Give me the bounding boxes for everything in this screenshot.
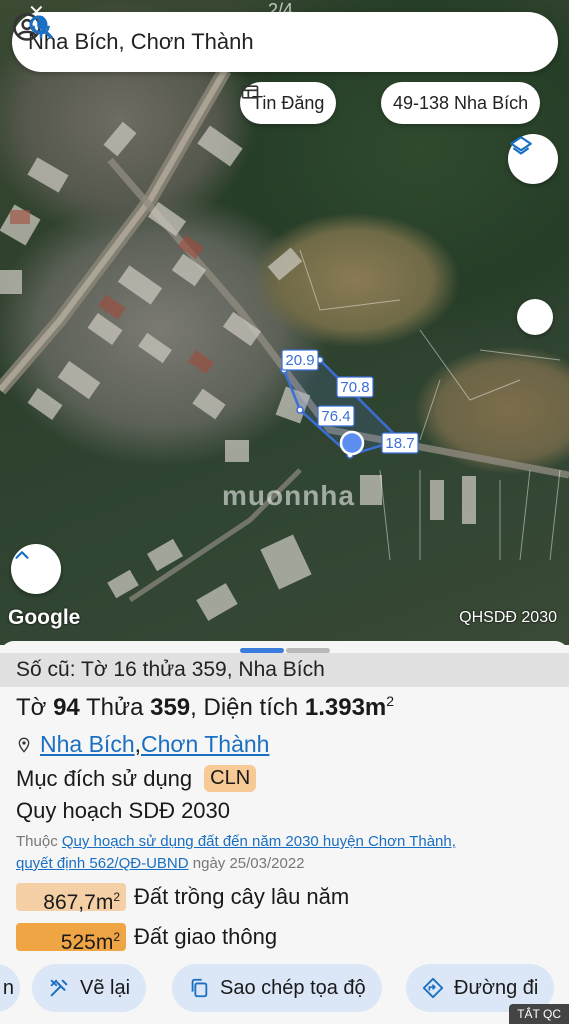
location-dot bbox=[339, 430, 365, 456]
sheet-number: 94 bbox=[53, 694, 80, 721]
parcel-edge-label: 20.9 bbox=[285, 352, 314, 369]
satellite-map[interactable]: 20.9 70.8 76.4 18.7 muonnha ✕ 2/4 Nha Bí… bbox=[0, 0, 569, 645]
location-pin-icon bbox=[18, 737, 30, 753]
redraw-button[interactable]: Vẽ lại bbox=[32, 964, 147, 1012]
parcel-edge-label: 18.7 bbox=[385, 435, 414, 452]
decision-date: ngày 25/03/2022 bbox=[188, 855, 305, 872]
area-value: 1.393m bbox=[304, 694, 387, 721]
redraw-button-label: Vẽ lại bbox=[80, 976, 131, 999]
newspaper-icon bbox=[241, 85, 259, 99]
legend-label: Đất trồng cây lâu năm bbox=[134, 884, 350, 909]
redraw-icon bbox=[50, 979, 68, 997]
layers-button[interactable] bbox=[508, 134, 558, 184]
plan-link[interactable]: Quy hoạch sử dụng đất đến năm 2030 huyện… bbox=[62, 833, 456, 850]
sheet-label: Tờ bbox=[16, 694, 54, 721]
commune-link[interactable]: Nha Bích bbox=[40, 731, 135, 758]
legend-label: Đất giao thông bbox=[134, 924, 278, 949]
parcel-info-sheet: Số cũ: Tờ 16 thửa 359, Nha Bích Tờ 94 Th… bbox=[0, 641, 569, 1024]
district-link[interactable]: Chơn Thành bbox=[141, 731, 269, 758]
parcel-summary: Tờ 94 Thửa 359, Diện tích 1.393m2 bbox=[16, 693, 394, 722]
mic-icon[interactable] bbox=[26, 12, 56, 42]
legend-unit-sup: 2 bbox=[113, 930, 120, 944]
area-label: , Diện tích bbox=[190, 694, 305, 721]
listings-chip[interactable]: Tin Đăng bbox=[240, 82, 337, 124]
parcel-chip-label: 49-138 Nha Bích bbox=[393, 92, 529, 113]
watermark: muonnha bbox=[222, 480, 355, 511]
plan-reference: Thuộc Quy hoạch sử dụng đất đến năm 2030… bbox=[16, 831, 556, 875]
google-logo: Google bbox=[8, 606, 81, 629]
directions-icon bbox=[422, 977, 444, 999]
legend-swatch: 867,7m2 bbox=[16, 883, 126, 914]
parcel-edge-label: 76.4 bbox=[321, 408, 350, 425]
parcel-edge-label: 70.8 bbox=[340, 379, 369, 396]
lot-label: Thửa bbox=[79, 694, 151, 721]
copy-coordinates-label: Sao chép tọa độ bbox=[220, 976, 366, 999]
parcel-chip[interactable]: 49-138 Nha Bích bbox=[381, 82, 541, 124]
area-unit-sup: 2 bbox=[386, 693, 395, 709]
app-screen: 20.9 70.8 76.4 18.7 muonnha ✕ 2/4 Nha Bí… bbox=[0, 0, 569, 1024]
old-parcel-info: Số cũ: Tờ 16 thửa 359, Nha Bích bbox=[0, 653, 569, 687]
search-input[interactable]: Nha Bích, Chơn Thành bbox=[28, 29, 542, 55]
land-use-legend-item: 525m2 Đất giao thông bbox=[16, 923, 278, 954]
copy-icon bbox=[191, 978, 208, 998]
partial-button[interactable]: n bbox=[0, 964, 20, 1012]
address-row: Nha Bích, Chơn Thành bbox=[16, 731, 269, 758]
action-buttons: n Vẽ lại Sao chép tọa độ Đường đi bbox=[0, 964, 569, 1012]
chevron-up-icon bbox=[15, 551, 29, 559]
decision-link[interactable]: quyết định 562/QĐ-UBND bbox=[16, 855, 189, 872]
hide-ads-badge[interactable]: TẮT QC bbox=[509, 1004, 569, 1024]
listings-chip-label: Tin Đăng bbox=[252, 92, 325, 113]
legend-unit-sup: 2 bbox=[113, 890, 120, 904]
map-control-button[interactable] bbox=[517, 299, 553, 335]
expand-button[interactable] bbox=[11, 544, 61, 594]
partial-button-label: n bbox=[2, 976, 14, 999]
purpose-label: Mục đích sử dụng bbox=[16, 765, 193, 791]
purpose-row: Mục đích sử dụng CLN bbox=[16, 765, 257, 792]
directions-label: Đường đi bbox=[454, 976, 539, 999]
land-use-legend-item: 867,7m2 Đất trồng cây lâu năm bbox=[16, 883, 350, 914]
plan-title: Quy hoạch SDĐ 2030 bbox=[16, 798, 231, 823]
copy-coordinates-button[interactable]: Sao chép tọa độ bbox=[172, 964, 382, 1012]
legend-value: 525m bbox=[60, 931, 114, 954]
legend-value: 867,7m bbox=[43, 891, 114, 914]
layers-icon bbox=[510, 136, 532, 155]
legend-swatch: 525m2 bbox=[16, 923, 126, 954]
layer-label: QHSDĐ 2030 bbox=[459, 609, 557, 626]
plan-prefix: Thuộc bbox=[16, 833, 62, 850]
lot-number: 359 bbox=[150, 694, 191, 721]
search-bar[interactable]: Nha Bích, Chơn Thành bbox=[12, 12, 558, 72]
purpose-badge: CLN bbox=[204, 765, 257, 792]
